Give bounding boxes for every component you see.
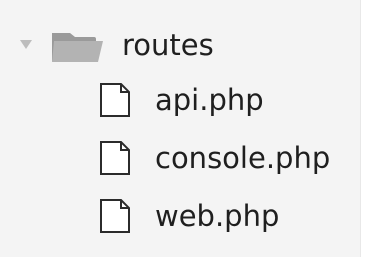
file-label: api.php <box>155 83 264 117</box>
file-label: web.php <box>155 199 280 233</box>
file-icon <box>100 141 130 175</box>
file-tree-panel: routes api.php console.php web.php <box>0 0 361 257</box>
tree-folder-routes[interactable]: routes <box>0 16 361 76</box>
folder-label: routes <box>122 28 214 62</box>
tree-file-item[interactable]: api.php <box>0 73 361 133</box>
folder-icon <box>52 33 103 62</box>
file-icon <box>100 83 130 117</box>
file-icon <box>100 199 130 233</box>
tree-file-item[interactable]: console.php <box>0 131 361 191</box>
tree-file-item[interactable]: web.php <box>0 189 361 249</box>
file-label: console.php <box>155 141 331 175</box>
chevron-down-icon[interactable] <box>19 38 33 52</box>
